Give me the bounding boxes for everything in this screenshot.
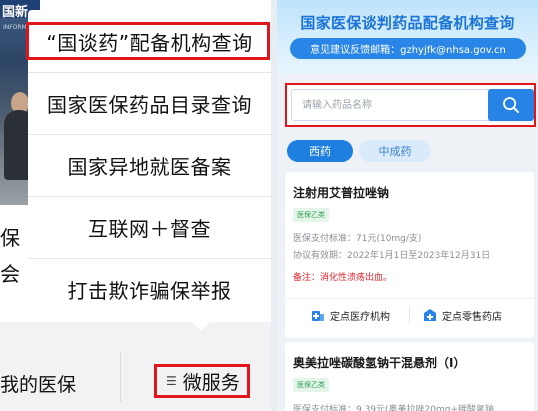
card-divider bbox=[285, 298, 534, 299]
remark-text: 消化性溃疡出血。 bbox=[320, 273, 393, 283]
designated-pharmacy-label: 定点零售药店 bbox=[442, 311, 502, 323]
menu-pointer-caret bbox=[192, 322, 210, 331]
remark-label: 备注： bbox=[293, 273, 321, 283]
left-screenshot: 国新 INFORM 保 会 “国谈药”配备机构查询 国家医保药品目录查询 国家异… bbox=[0, 0, 271, 411]
menu-item-remote-medical-filing[interactable]: 国家异地就医备案 bbox=[28, 134, 271, 196]
feedback-email[interactable]: 意见建议反馈邮箱：gzhyjfk@nhsa.gov.cn bbox=[290, 38, 526, 59]
tab-chinese-patent-medicine[interactable]: 中成药 bbox=[359, 140, 431, 162]
pharmacy-icon bbox=[424, 309, 436, 321]
insurance-class-badge: 医保乙类 bbox=[293, 208, 329, 222]
right-screenshot: 国家医保谈判药品配备机构查询 意见建议反馈邮箱：gzhyjfk@nhsa.gov… bbox=[277, 0, 538, 411]
tab-micro-service[interactable]: ☰ 微服务 bbox=[160, 366, 246, 396]
agreement-validity: 协议有效期：2022年1月1日至2023年12月31日 bbox=[293, 251, 491, 261]
header-banner: 国家医保谈判药品配备机构查询 意见建议反馈邮箱：gzhyjfk@nhsa.gov… bbox=[277, 0, 538, 74]
menu-item-drug-catalog-query[interactable]: 国家医保药品目录查询 bbox=[28, 72, 271, 134]
tab-divider bbox=[120, 352, 121, 402]
menu-lines-icon: ☰ bbox=[166, 374, 177, 388]
tab-western-medicine[interactable]: 西药 bbox=[287, 140, 353, 162]
menu-item-drug-institution-query[interactable]: “国谈药”配备机构查询 bbox=[28, 10, 271, 72]
service-menu: “国谈药”配备机构查询 国家医保药品目录查询 国家异地就医备案 互联网＋督查 打… bbox=[28, 10, 271, 322]
tab-my-insurance[interactable]: 我的医保 bbox=[0, 370, 76, 397]
designated-pharmacy-link[interactable]: 定点零售药店 bbox=[423, 304, 502, 326]
drug-name: 注射用艾普拉唑钠 bbox=[293, 186, 390, 200]
tab-micro-service-label: 微服务 bbox=[182, 371, 240, 394]
search-bar-highlight bbox=[285, 83, 536, 127]
insurance-class-badge: 医保乙类 bbox=[293, 378, 329, 392]
designated-hospital-link[interactable]: 定点医疗机构 bbox=[311, 304, 390, 326]
payment-standard: 医保支付标准：71元(10mg/支) bbox=[293, 234, 422, 244]
hospital-icon bbox=[312, 311, 324, 321]
background-text: 会 bbox=[0, 262, 20, 286]
payment-standard: 医保支付标准：9.39元(奥美拉唑20mg+碳酸氢钠... bbox=[293, 405, 503, 411]
menu-item-fraud-report[interactable]: 打击欺诈骗保举报 bbox=[28, 258, 271, 320]
search-button[interactable] bbox=[488, 89, 534, 121]
page-title: 国家医保谈判药品配备机构查询 bbox=[300, 14, 515, 32]
drug-remark: 备注：消化性溃疡出血。 bbox=[293, 270, 392, 283]
drug-name: 奥美拉唑碳酸氢钠干混悬剂（I） bbox=[293, 356, 466, 370]
drug-card[interactable]: 注射用艾普拉唑钠 医保乙类 医保支付标准：71元(10mg/支) 协议有效期：2… bbox=[285, 172, 534, 338]
photo-title: 国新 bbox=[2, 5, 29, 20]
menu-item-internet-supervision[interactable]: 互联网＋督查 bbox=[28, 196, 271, 258]
search-icon bbox=[503, 97, 519, 113]
drug-card[interactable]: 奥美拉唑碳酸氢钠干混悬剂（I） 医保乙类 医保支付标准：9.39元(奥美拉唑20… bbox=[285, 342, 534, 411]
photo-subtitle: INFORM bbox=[3, 24, 27, 31]
background-text: 保 bbox=[0, 226, 20, 250]
designated-hospital-label: 定点医疗机构 bbox=[330, 311, 390, 323]
link-separator bbox=[409, 306, 410, 324]
